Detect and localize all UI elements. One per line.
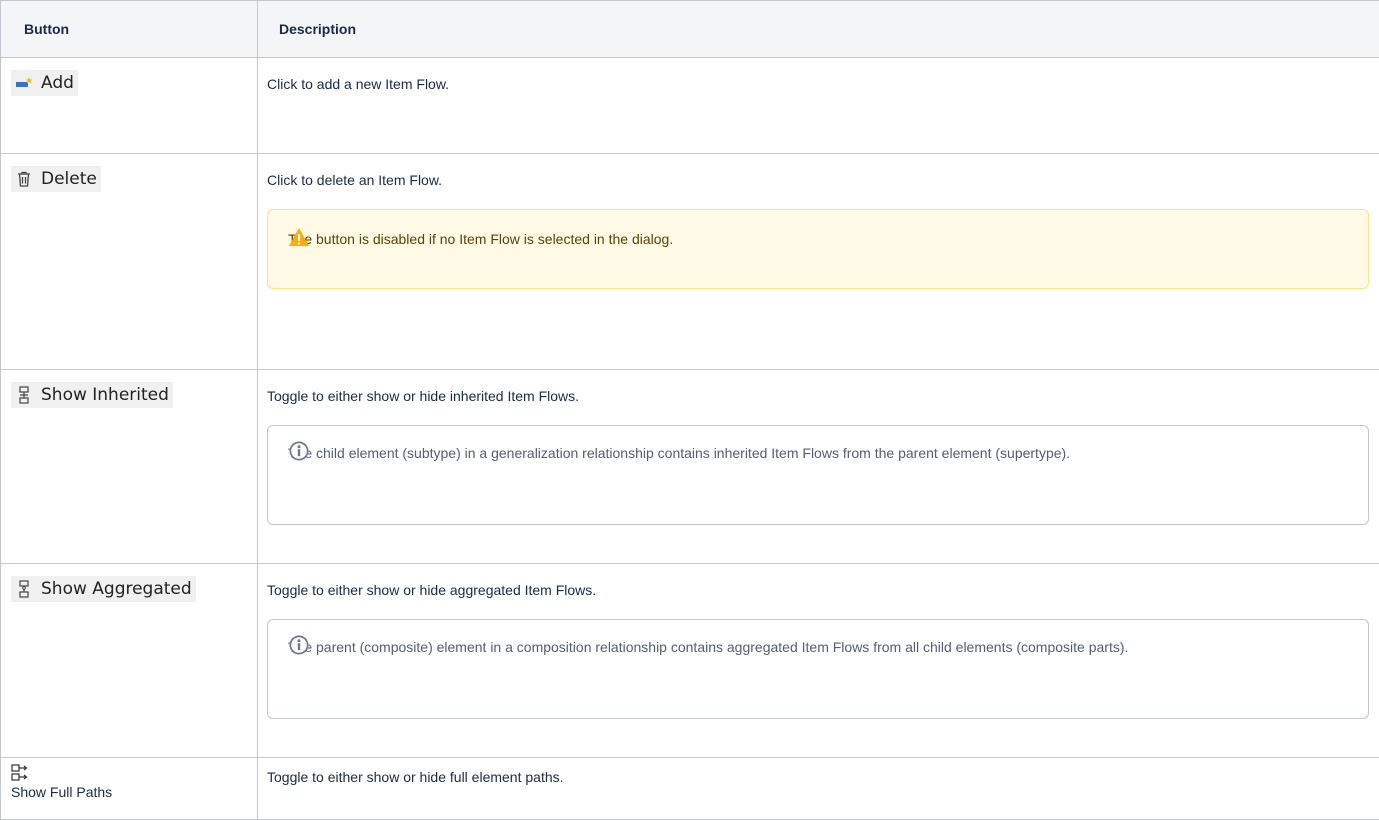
show-aggregated-description: Toggle to either show or hide aggregated… — [267, 581, 1369, 599]
warning-note: The button is disabled if no Item Flow i… — [267, 209, 1369, 289]
warning-icon — [288, 226, 310, 248]
table-row-show-inherited: Show Inherited Toggle to either show or … — [1, 370, 1379, 564]
table-row-delete: Delete Click to delete an Item Flow. The… — [1, 154, 1379, 370]
info-icon — [288, 634, 310, 656]
trash-icon — [15, 170, 33, 188]
add-icon — [15, 74, 33, 92]
show-aggregated-button-label: Show Aggregated — [41, 579, 192, 599]
info-note-inherited: The child element (subtype) in a general… — [267, 425, 1369, 525]
full-paths-icon — [11, 764, 29, 782]
delete-button[interactable]: Delete — [11, 166, 101, 192]
info-note-inherited-text: The child element (subtype) in a general… — [288, 444, 1348, 462]
buttons-table: Button Description Add Click to add a ne… — [0, 0, 1379, 820]
column-header-description: Description — [258, 1, 1379, 58]
table-row-add: Add Click to add a new Item Flow. — [1, 58, 1379, 154]
show-aggregated-button[interactable]: Show Aggregated — [11, 576, 196, 602]
info-icon — [288, 440, 310, 462]
table-header-row: Button Description — [1, 1, 1379, 58]
show-inherited-button[interactable]: Show Inherited — [11, 382, 173, 408]
add-button-label: Add — [41, 73, 74, 93]
show-full-paths-button[interactable]: Show Full Paths — [11, 764, 257, 800]
show-full-paths-button-label: Show Full Paths — [11, 784, 112, 800]
show-inherited-button-label: Show Inherited — [41, 385, 169, 405]
info-note-aggregated-text: The parent (composite) element in a comp… — [288, 638, 1348, 656]
add-button[interactable]: Add — [11, 70, 78, 96]
table-row-show-aggregated: Show Aggregated Toggle to either show or… — [1, 564, 1379, 758]
add-description: Click to add a new Item Flow. — [258, 58, 1379, 154]
warning-note-text: The button is disabled if no Item Flow i… — [288, 230, 1348, 248]
delete-description: Click to delete an Item Flow. — [267, 171, 1369, 189]
table-row-show-full-paths: Show Full Paths Toggle to either show or… — [1, 758, 1379, 820]
hierarchy-icon — [15, 386, 33, 404]
show-inherited-description: Toggle to either show or hide inherited … — [267, 387, 1369, 405]
aggregate-icon — [15, 580, 33, 598]
delete-button-label: Delete — [41, 169, 97, 189]
column-header-button: Button — [1, 1, 258, 58]
show-full-paths-description: Toggle to either show or hide full eleme… — [258, 758, 1379, 820]
info-note-aggregated: The parent (composite) element in a comp… — [267, 619, 1369, 719]
